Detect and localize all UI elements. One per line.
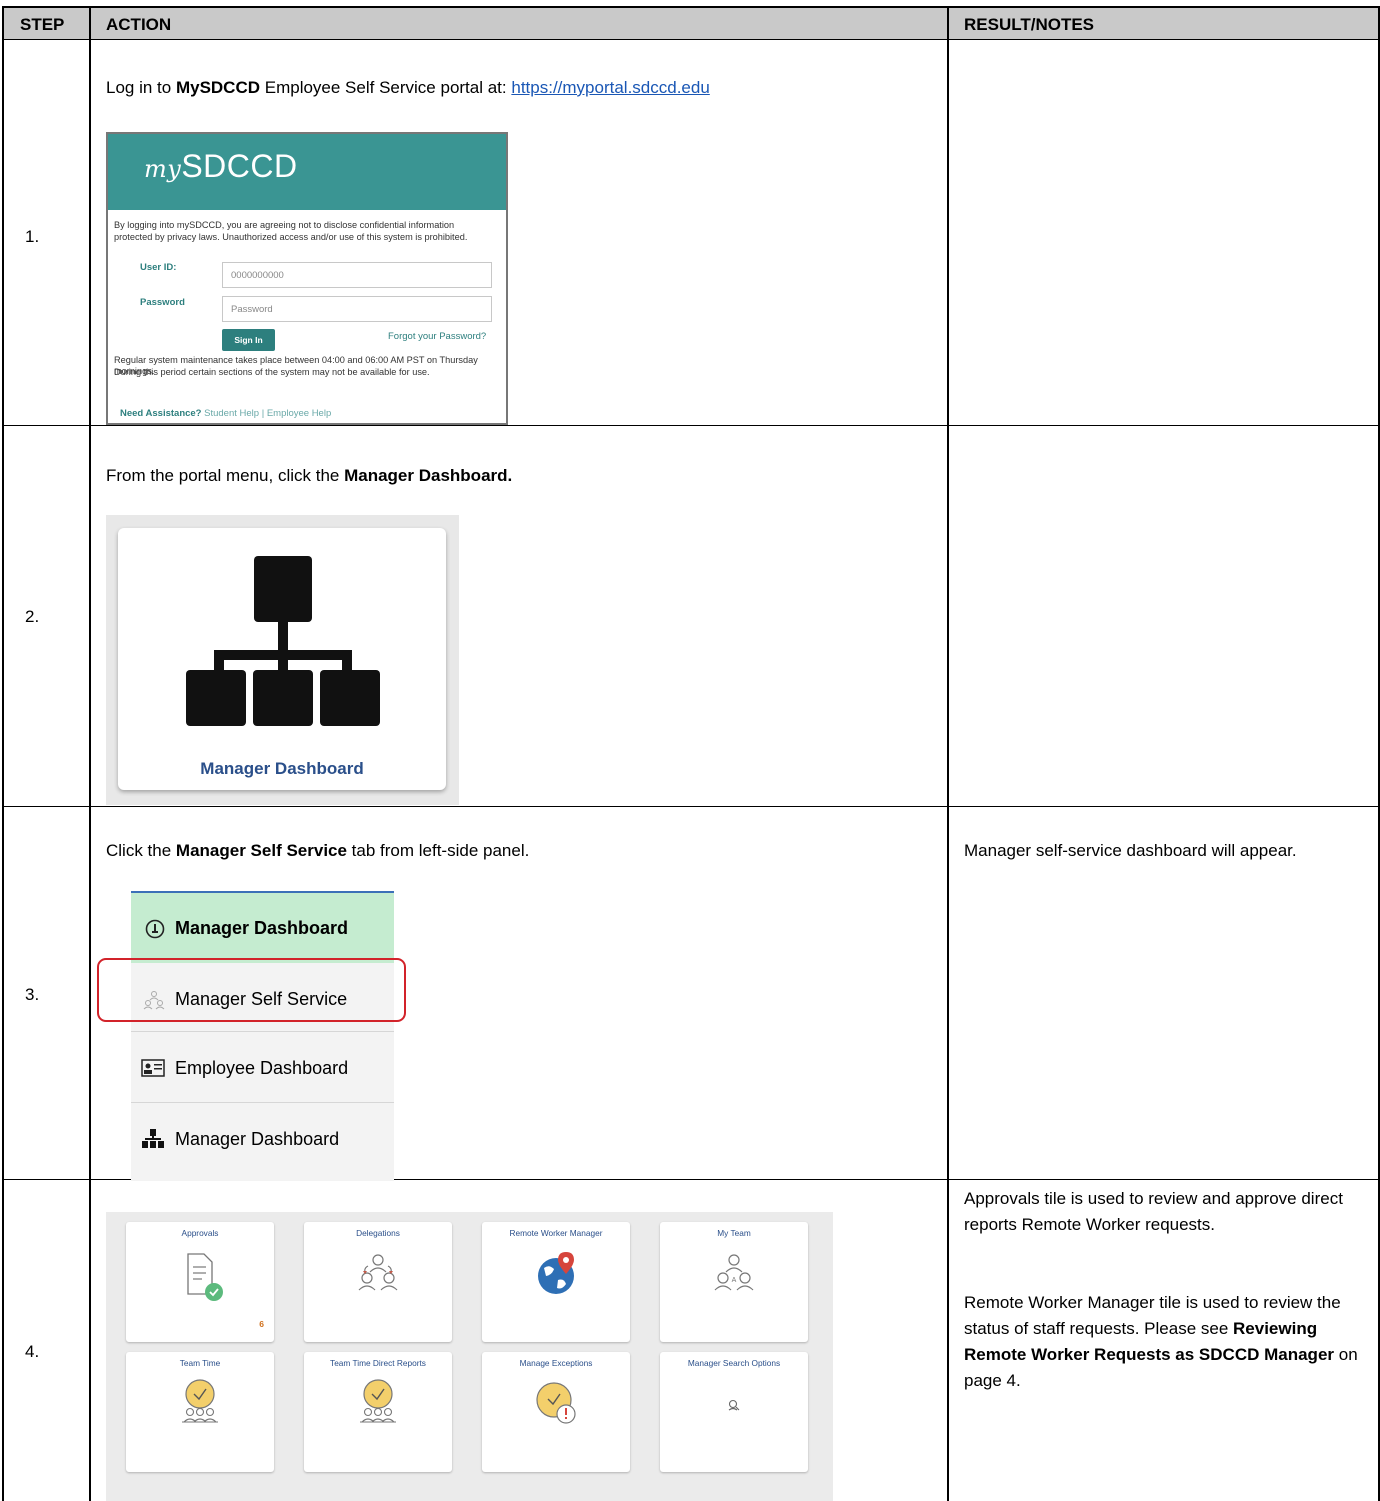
step-1-text: Log in to bbox=[106, 78, 176, 97]
mysdccd-logo: mySDCCD bbox=[144, 148, 298, 184]
tile-approvals[interactable]: Approvals 6 bbox=[126, 1222, 274, 1342]
userid-label: User ID: bbox=[140, 262, 177, 273]
step-2-instruction: From the portal menu, click the Manager … bbox=[106, 463, 512, 489]
approvals-count-badge: 6 bbox=[259, 1319, 264, 1329]
tile-delegations[interactable]: Delegations bbox=[304, 1222, 452, 1342]
header-cell-action bbox=[91, 8, 947, 39]
sign-in-button[interactable]: Sign In bbox=[222, 329, 275, 351]
nav-item-label: Employee Dashboard bbox=[175, 1058, 349, 1078]
column-divider-step bbox=[89, 6, 91, 1501]
manager-tiles-screenshot: Approvals 6 Delegations Remote Worker Ma… bbox=[106, 1212, 833, 1501]
dashboard-gauge-icon bbox=[145, 919, 165, 939]
table-border-header bbox=[2, 39, 1380, 40]
step-4-notes-2: Remote Worker Manager tile is used to re… bbox=[964, 1290, 1374, 1394]
id-card-icon bbox=[141, 1059, 165, 1077]
nav-item-manager-dashboard[interactable]: Manager Dashboard bbox=[131, 1104, 394, 1176]
step-3-text-post: tab from left-side panel. bbox=[346, 841, 530, 860]
maintenance-note-2: During this period certain sections of t… bbox=[114, 367, 430, 377]
tile-team-time-direct-reports[interactable]: Team Time Direct Reports bbox=[304, 1352, 452, 1472]
manager-dashboard-label: Manager Dashboard bbox=[200, 759, 364, 778]
nav-divider bbox=[131, 1102, 394, 1103]
table-border-top bbox=[2, 6, 1380, 8]
nav-divider bbox=[131, 1031, 394, 1032]
step-4-notes-1: Approvals tile is used to review and app… bbox=[964, 1189, 1343, 1234]
search-person-icon bbox=[728, 1399, 740, 1411]
org-chart-icon bbox=[186, 556, 380, 726]
tile-team-time[interactable]: Team Time bbox=[126, 1352, 274, 1472]
clock-people-icon bbox=[360, 1379, 396, 1423]
header-result: RESULT/NOTES bbox=[964, 15, 1095, 34]
step-1-instruction: Log in to MySDCCD Employee Self Service … bbox=[106, 75, 710, 101]
password-input[interactable]: Password bbox=[222, 296, 492, 322]
step-number-3: 3. bbox=[25, 985, 40, 1004]
portal-link[interactable]: https://myportal.sdccd.edu bbox=[511, 78, 709, 97]
login-disclaimer-2: protected by privacy laws. Unauthorized … bbox=[114, 232, 468, 242]
org-chart-icon bbox=[142, 1129, 164, 1148]
document-page: STEP ACTION RESULT/NOTES 1. Log in to My… bbox=[0, 0, 1380, 1501]
login-disclaimer-1: By logging into mySDCCD, you are agreein… bbox=[114, 220, 455, 230]
tile-manager-search-options[interactable]: Manager Search Options bbox=[660, 1352, 808, 1472]
svg-text:A: A bbox=[732, 1277, 737, 1284]
userid-input[interactable]: 0000000000 bbox=[222, 262, 492, 288]
highlight-box bbox=[97, 958, 406, 1022]
login-screenshot: mySDCCD By logging into mySDCCD, you are… bbox=[106, 132, 508, 425]
step-1-bold: MySDCCD bbox=[175, 78, 261, 97]
step-1-text-mid: Employee Self Service portal at: bbox=[260, 78, 512, 97]
nav-item-manager-dashboard-selected[interactable]: Manager Dashboard bbox=[131, 891, 394, 963]
globe-location-icon bbox=[538, 1252, 574, 1294]
row-divider-1 bbox=[2, 425, 1380, 426]
nav-item-label: Manager Dashboard bbox=[175, 918, 349, 938]
step-3-instruction: Click the Manager Self Service tab from … bbox=[106, 838, 529, 864]
header-step: STEP bbox=[20, 15, 65, 34]
password-label: Password bbox=[140, 297, 185, 308]
step-number-4: 4. bbox=[25, 1342, 40, 1361]
step-3-text: Click the bbox=[106, 841, 176, 860]
document-check-icon bbox=[187, 1253, 223, 1301]
login-header: mySDCCD bbox=[108, 134, 506, 210]
tile-my-team[interactable]: My Team A bbox=[660, 1222, 808, 1342]
left-side-panel: Manager Dashboard Manager Self Service E… bbox=[131, 891, 394, 1181]
nav-item-employee-dashboard[interactable]: Employee Dashboard bbox=[131, 1033, 394, 1105]
team-people-icon: A bbox=[714, 1254, 754, 1291]
nav-item-label: Manager Dashboard bbox=[175, 1129, 340, 1149]
assistance-label: Need Assistance? bbox=[120, 408, 202, 419]
clock-people-icon bbox=[182, 1379, 218, 1423]
forgot-password-link[interactable]: Forgot your Password? bbox=[388, 331, 486, 342]
step-number-1: 1. bbox=[25, 227, 40, 246]
assistance-line: Need Assistance? Student Help | Employee… bbox=[120, 408, 331, 419]
tile-remote-worker-manager[interactable]: Remote Worker Manager bbox=[482, 1222, 630, 1342]
row-divider-2 bbox=[2, 806, 1380, 807]
clock-alert-icon bbox=[536, 1382, 576, 1424]
step-3-notes: Manager self-service dashboard will appe… bbox=[964, 841, 1297, 860]
step-3-bold: Manager Self Service bbox=[175, 841, 347, 860]
delegation-people-icon bbox=[358, 1254, 398, 1291]
table-border-left bbox=[2, 6, 4, 1501]
help-links[interactable]: Student Help | Employee Help bbox=[202, 408, 331, 419]
step-2-text: From the portal menu, click the bbox=[106, 466, 345, 485]
step-number-2: 2. bbox=[25, 607, 40, 626]
manager-dashboard-tile[interactable]: Manager Dashboard bbox=[118, 528, 446, 790]
header-action: ACTION bbox=[106, 15, 172, 34]
tile-manage-exceptions[interactable]: Manage Exceptions bbox=[482, 1352, 630, 1472]
column-divider-result bbox=[947, 6, 949, 1501]
step-2-bold: Manager Dashboard. bbox=[344, 466, 513, 485]
